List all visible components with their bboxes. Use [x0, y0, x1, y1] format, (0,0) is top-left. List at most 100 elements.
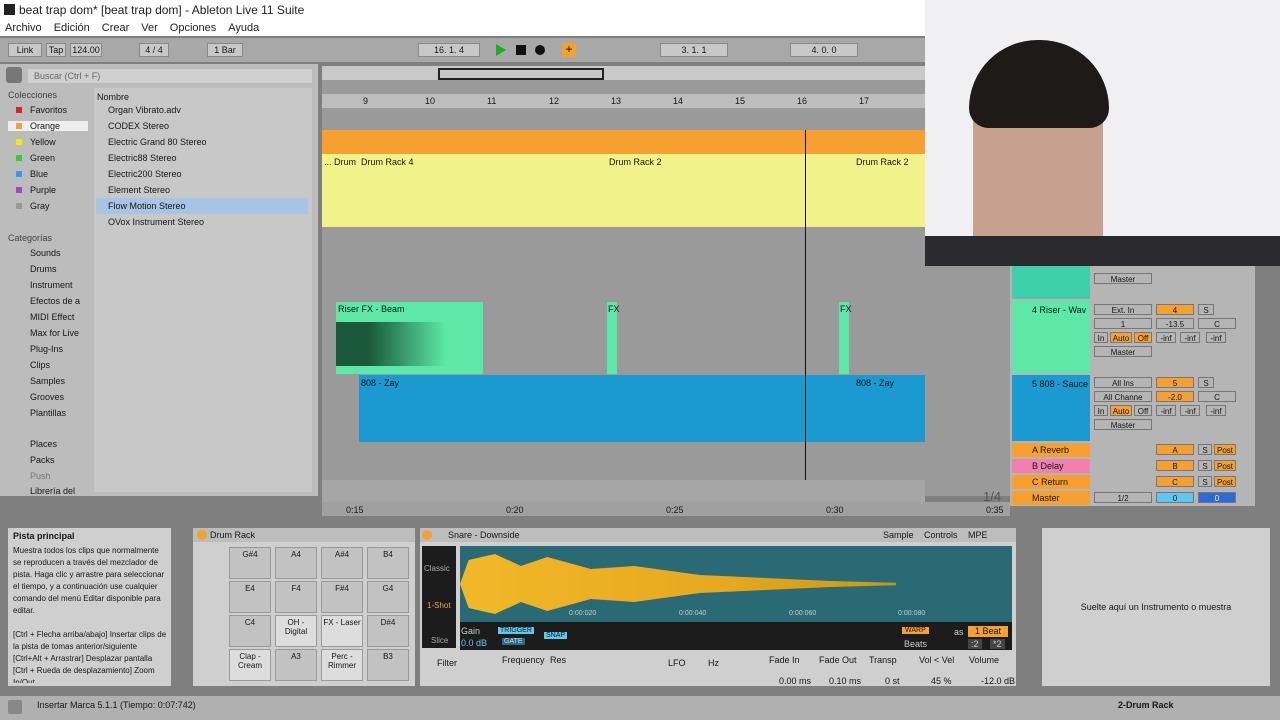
- clip-fx[interactable]: FX: [839, 302, 852, 374]
- category-grooves[interactable]: Grooves: [8, 392, 88, 402]
- vol-vel-value[interactable]: 45 %: [931, 676, 952, 686]
- pan-field[interactable]: C: [1198, 391, 1236, 402]
- solo-button[interactable]: S: [1198, 377, 1214, 388]
- warp-mode[interactable]: Beats: [904, 639, 927, 649]
- master-volume[interactable]: 0: [1156, 492, 1194, 503]
- track-4-header[interactable]: 4 Riser - Wav: [1012, 301, 1090, 373]
- category-templates[interactable]: Plantillas: [8, 408, 88, 418]
- link-button[interactable]: Link: [8, 43, 42, 57]
- clip-808[interactable]: 808 - Zay 808 - Zay: [359, 375, 925, 442]
- drum-pad[interactable]: FX - Laser: [321, 615, 363, 647]
- gate-button[interactable]: GATE: [502, 638, 525, 645]
- category-samples[interactable]: Samples: [8, 376, 88, 386]
- drum-pad[interactable]: Perc - Rimmer: [321, 649, 363, 681]
- monitor-off[interactable]: Off: [1134, 405, 1152, 416]
- return-b-header[interactable]: B Delay: [1012, 459, 1090, 473]
- browser-toggle-icon[interactable]: [6, 67, 22, 83]
- category-instruments[interactable]: Instrument: [8, 280, 88, 290]
- category-sounds[interactable]: Sounds: [8, 248, 88, 258]
- record-icon[interactable]: [535, 45, 545, 55]
- name-column-header[interactable]: Nombre: [97, 92, 129, 102]
- solo-button[interactable]: S: [1198, 476, 1212, 487]
- input-type[interactable]: All Ins: [1094, 377, 1152, 388]
- solo-button[interactable]: S: [1198, 304, 1214, 315]
- drum-pad[interactable]: Clap - Cream: [229, 649, 271, 681]
- output-routing[interactable]: Master: [1094, 419, 1152, 430]
- send-c[interactable]: -inf: [1206, 332, 1226, 343]
- category-max-for-live[interactable]: Max for Live: [8, 328, 88, 338]
- mode-slice[interactable]: Slice: [431, 636, 448, 645]
- solo-button[interactable]: S: [1198, 460, 1212, 471]
- time-signature[interactable]: 4 / 4: [139, 43, 169, 57]
- clip-drum-rack[interactable]: ... Drum Drum Rack 4 Drum Rack 2 Drum Ra…: [322, 154, 925, 227]
- double-speed-button[interactable]: *2: [990, 639, 1005, 649]
- drum-pad[interactable]: A3: [275, 649, 317, 681]
- device-header[interactable]: Snare - Downside Sample Controls MPE: [420, 528, 1016, 542]
- monitor-in[interactable]: In: [1094, 332, 1108, 343]
- fade-out-value[interactable]: 0.10 ms: [829, 676, 861, 686]
- filter-label[interactable]: Filter: [437, 658, 457, 668]
- output-routing[interactable]: Master: [1094, 273, 1152, 284]
- loop-start[interactable]: 3. 1. 1: [660, 43, 728, 57]
- stop-icon[interactable]: [516, 45, 526, 55]
- search-input[interactable]: Buscar (Ctrl + F): [28, 69, 312, 83]
- category-plugins[interactable]: Plug-Ins: [8, 344, 88, 354]
- volume-field[interactable]: -2.0: [1156, 391, 1194, 402]
- menu-ayuda[interactable]: Ayuda: [228, 22, 259, 34]
- file-item[interactable]: Electric200 Stereo: [96, 166, 308, 182]
- play-icon[interactable]: [496, 44, 506, 56]
- file-item[interactable]: OVox Instrument Stereo: [96, 214, 308, 230]
- menu-edicion[interactable]: Edición: [54, 22, 90, 34]
- warp-button[interactable]: WARP: [902, 627, 929, 634]
- file-item[interactable]: Element Stereo: [96, 182, 308, 198]
- master-header[interactable]: Master: [1012, 491, 1090, 505]
- menu-opciones[interactable]: Opciones: [170, 22, 216, 34]
- track-3-header[interactable]: [1012, 266, 1090, 299]
- drum-pad[interactable]: B4: [367, 547, 409, 579]
- monitor-auto[interactable]: Auto: [1110, 405, 1132, 416]
- file-item[interactable]: Organ Vibrato.adv: [96, 102, 308, 118]
- monitor-off[interactable]: Off: [1134, 332, 1152, 343]
- lfo-label[interactable]: LFO: [668, 658, 686, 668]
- clip-riser-beam[interactable]: Riser FX - Beam: [336, 302, 483, 374]
- collection-yellow[interactable]: Yellow: [8, 137, 88, 147]
- bar-ruler[interactable]: 9 10 11 12 13 14 15 16 17: [322, 94, 925, 108]
- file-item[interactable]: CODEX Stereo: [96, 118, 308, 134]
- send-b[interactable]: -inf: [1180, 332, 1200, 343]
- clip-fx[interactable]: FX: [607, 302, 620, 374]
- gain-value[interactable]: 0.0 dB: [461, 638, 487, 648]
- time-ruler[interactable]: 0:15: [322, 480, 925, 502]
- info-toggle-icon[interactable]: [8, 700, 22, 714]
- collection-favoritos[interactable]: Favoritos: [8, 105, 88, 115]
- output-routing[interactable]: Master: [1094, 346, 1152, 357]
- monitor-auto[interactable]: Auto: [1110, 332, 1132, 343]
- drum-pad[interactable]: F#4: [321, 581, 363, 613]
- drum-pad[interactable]: A#4: [321, 547, 363, 579]
- hz-button[interactable]: Hz: [708, 658, 719, 668]
- overview-viewport[interactable]: [438, 68, 604, 80]
- tap-button[interactable]: Tap: [46, 43, 66, 57]
- time-ruler-bottom[interactable]: 0:15 0:20 0:25 0:30 0:35: [322, 502, 1010, 516]
- send-a[interactable]: -inf: [1156, 405, 1176, 416]
- snap-button[interactable]: SNAP: [544, 632, 568, 639]
- power-icon[interactable]: [197, 530, 207, 540]
- song-position[interactable]: 16. 1. 4: [418, 43, 480, 57]
- input-type[interactable]: Ext. In: [1094, 304, 1152, 315]
- quantize-menu[interactable]: 1 Bar: [207, 43, 243, 57]
- collection-blue[interactable]: Blue: [8, 169, 88, 179]
- cue-out[interactable]: 1/2: [1094, 492, 1152, 503]
- fade-in-value[interactable]: 0.00 ms: [779, 676, 811, 686]
- volume-field[interactable]: -13.5: [1156, 318, 1194, 329]
- volume-value[interactable]: -12.0 dB: [981, 676, 1015, 686]
- category-midi-effects[interactable]: MIDI Effect: [8, 312, 88, 322]
- overview-bar[interactable]: [322, 66, 925, 80]
- post-button[interactable]: Post: [1214, 476, 1236, 487]
- send-a[interactable]: -inf: [1156, 332, 1176, 343]
- pan-field[interactable]: C: [1198, 318, 1236, 329]
- input-channel[interactable]: All Channe: [1094, 391, 1152, 402]
- menu-archivo[interactable]: Archivo: [5, 22, 42, 34]
- send-c[interactable]: -inf: [1206, 405, 1226, 416]
- collection-gray[interactable]: Gray: [8, 201, 88, 211]
- clip-orange-track[interactable]: [322, 130, 925, 154]
- menu-ver[interactable]: Ver: [141, 22, 158, 34]
